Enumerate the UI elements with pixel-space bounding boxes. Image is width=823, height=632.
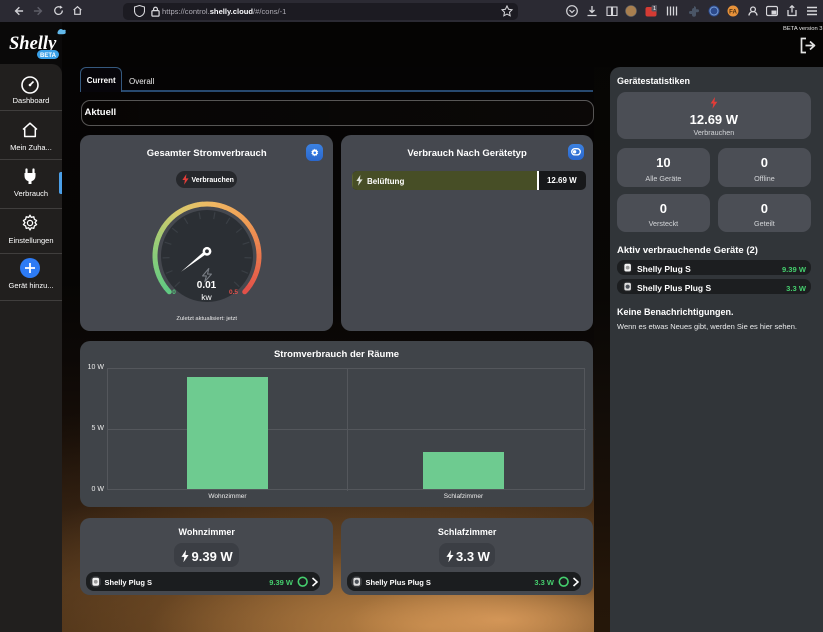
svg-text:FA: FA	[729, 9, 737, 15]
svg-text:BETA: BETA	[40, 53, 57, 59]
svg-text:1: 1	[653, 6, 656, 12]
